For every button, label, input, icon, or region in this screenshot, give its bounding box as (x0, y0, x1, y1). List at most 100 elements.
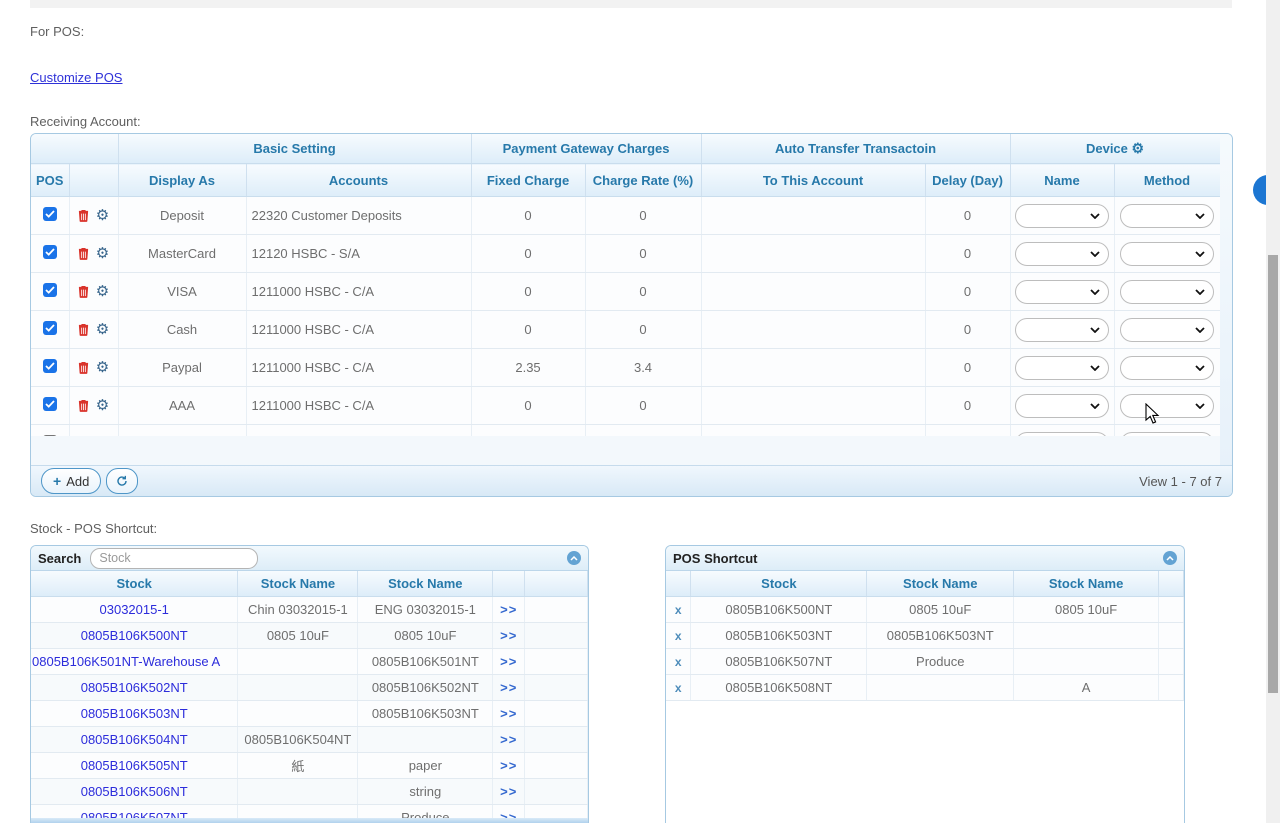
pos-checkbox[interactable] (43, 207, 57, 221)
receiving-account-label: Receiving Account: (30, 114, 141, 129)
move-to-shortcut-link[interactable]: >> (500, 758, 517, 773)
pos-shortcut-caption: POS Shortcut (666, 546, 1184, 571)
charge-rate-cell: 0 (585, 273, 701, 311)
fixed-charge-cell: 0 (471, 235, 585, 273)
device-name-select[interactable] (1015, 204, 1109, 228)
stock-search-grid: Search Stock Stock Name Stock Name 03032… (30, 545, 589, 823)
device-method-select[interactable] (1120, 204, 1214, 228)
display-as-cell: VISA (118, 273, 246, 311)
device-method-select[interactable] (1120, 242, 1214, 266)
device-name-select[interactable] (1015, 356, 1109, 380)
stock-name-cell: 0805B106K502NT (358, 675, 493, 701)
stock-cell: 0805B106K508NT (691, 675, 867, 701)
stock-name-cell (1014, 623, 1159, 649)
stock-link[interactable]: 0805B106K501NT-Warehouse A (32, 654, 220, 669)
move-to-shortcut-link[interactable]: >> (500, 784, 517, 799)
settings-gear-icon[interactable]: ⚙ (96, 360, 109, 375)
list-item: 0805B106K506NT string >> (31, 779, 588, 805)
pager-view-text: View 1 - 7 of 7 (1139, 474, 1222, 489)
stock-link[interactable]: 0805B106K504NT (81, 732, 188, 747)
charge-rate-cell: 0 (585, 235, 701, 273)
list-item: x 0805B106K500NT 0805 10uF 0805 10uF (666, 597, 1184, 623)
stock-name-cell: 0805B106K503NT (358, 701, 493, 727)
delete-trash-icon[interactable] (78, 399, 89, 412)
delete-trash-icon[interactable] (78, 361, 89, 374)
delete-trash-icon[interactable] (78, 247, 89, 260)
list-item: 0805B106K500NT 0805 10uF 0805 10uF >> (31, 623, 588, 649)
table-row: ⚙ VISA 1211000 HSBC - C/A 0 0 0 (31, 273, 1220, 311)
move-to-shortcut-link[interactable]: >> (500, 680, 517, 695)
col-header-stock-name-1: Stock Name (867, 571, 1014, 597)
move-to-shortcut-link[interactable]: >> (500, 732, 517, 747)
stock-name-cell: 0805B106K504NT (238, 727, 358, 753)
to-this-account-cell (701, 235, 925, 273)
settings-gear-icon[interactable]: ⚙ (96, 246, 109, 261)
circle-arrow-up-icon (570, 556, 578, 561)
remove-x-icon[interactable]: x (675, 681, 682, 695)
device-method-select[interactable] (1120, 394, 1214, 418)
device-settings-gear-icon[interactable]: ⚙ (1132, 140, 1145, 156)
list-item: 0805B106K501NT-Warehouse A 0805B106K501N… (31, 649, 588, 675)
pos-checkbox[interactable] (43, 321, 57, 335)
remove-x-icon[interactable]: x (675, 603, 682, 617)
move-to-shortcut-link[interactable]: >> (500, 628, 517, 643)
stock-link[interactable]: 0805B106K505NT (81, 758, 188, 773)
move-to-shortcut-link[interactable]: >> (500, 602, 517, 617)
move-to-shortcut-link[interactable]: >> (500, 654, 517, 669)
to-this-account-cell (701, 197, 925, 235)
stock-name-cell: 0805 10uF (358, 623, 493, 649)
remove-x-icon[interactable]: x (675, 629, 682, 643)
delay-day-cell: 0 (925, 273, 1010, 311)
add-button[interactable]: + Add (41, 468, 101, 494)
settings-gear-icon[interactable]: ⚙ (96, 284, 109, 299)
col-header-action (493, 571, 525, 597)
scrollbar-track[interactable] (1266, 0, 1280, 823)
device-method-select[interactable] (1120, 318, 1214, 342)
list-item: 03032015-1 Chin 03032015-1 ENG 03032015-… (31, 597, 588, 623)
settings-gear-icon[interactable]: ⚙ (96, 208, 109, 223)
device-method-select[interactable] (1120, 280, 1214, 304)
device-name-select[interactable] (1015, 280, 1109, 304)
stock-link[interactable]: 0805B106K500NT (81, 628, 188, 643)
charge-rate-cell: 0 (585, 387, 701, 425)
collapse-panel-button[interactable] (1163, 551, 1177, 565)
move-to-shortcut-link[interactable]: >> (500, 706, 517, 721)
settings-gear-icon[interactable]: ⚙ (96, 398, 109, 413)
device-name-select[interactable] (1015, 242, 1109, 266)
horizontal-scrollbar[interactable] (31, 818, 588, 823)
pos-checkbox[interactable] (43, 283, 57, 297)
delete-trash-icon[interactable] (78, 323, 89, 336)
collapse-panel-button[interactable] (567, 551, 581, 565)
delay-day-cell: 0 (925, 387, 1010, 425)
list-item: x 0805B106K508NT A (666, 675, 1184, 701)
remove-x-icon[interactable]: x (675, 655, 682, 669)
col-header-actions (69, 164, 118, 197)
pos-shortcut-grid: POS Shortcut Stock Stock Name Stock Name… (665, 545, 1185, 823)
pos-checkbox[interactable] (43, 397, 57, 411)
stock-link[interactable]: 0805B106K506NT (81, 784, 188, 799)
stock-name-cell (1014, 649, 1159, 675)
stock-cell: 0805B106K503NT (691, 623, 867, 649)
customize-pos-link[interactable]: Customize POS (30, 70, 122, 85)
stock-link[interactable]: 0805B106K502NT (81, 680, 188, 695)
pos-checkbox[interactable] (43, 359, 57, 373)
settings-gear-icon[interactable]: ⚙ (96, 322, 109, 337)
search-input[interactable] (90, 548, 258, 569)
delete-trash-icon[interactable] (78, 209, 89, 222)
device-name-select[interactable] (1015, 318, 1109, 342)
stock-grid-caption: Search (31, 546, 588, 571)
device-method-select[interactable] (1120, 356, 1214, 380)
delete-trash-icon[interactable] (78, 285, 89, 298)
stock-name-cell (358, 727, 493, 753)
stock-link[interactable]: 0805B106K503NT (81, 706, 188, 721)
pos-shortcut-title: POS Shortcut (673, 551, 758, 566)
device-name-select[interactable] (1015, 394, 1109, 418)
col-header-spacer (1159, 571, 1184, 597)
stock-link[interactable]: 03032015-1 (100, 602, 169, 617)
col-header-stock-name-2: Stock Name (1014, 571, 1159, 597)
stock-pos-shortcut-label: Stock - POS Shortcut: (30, 521, 157, 536)
display-as-cell: Paypal (118, 349, 246, 387)
refresh-button[interactable] (106, 468, 138, 494)
pos-checkbox[interactable] (43, 245, 57, 259)
scrollbar-thumb[interactable] (1268, 255, 1278, 693)
